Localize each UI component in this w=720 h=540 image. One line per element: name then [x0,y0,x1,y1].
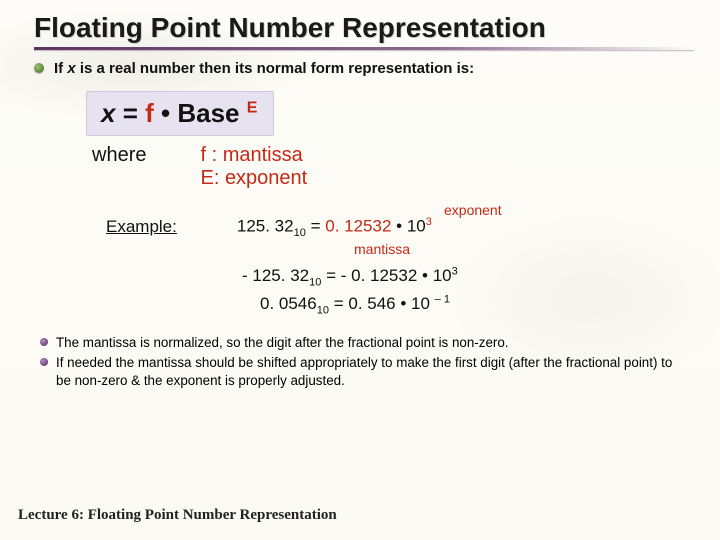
example-row: Example: 125. 3210 = 0. 12532 • 103 [106,216,692,239]
eq3-rhs: = 0. 546 • 10 [329,294,435,313]
eq2-lhs: - 125. 32 [242,266,309,285]
equation-2: - 125. 3210 = - 0. 12532 • 103 [242,263,692,291]
formula-base: Base [177,98,246,128]
eq3-sup: – 1 [435,294,450,306]
slide-footer: Lecture 6: Floating Point Number Represe… [18,507,337,524]
formula-E: E [247,99,258,116]
eq1-eq: = [306,217,325,236]
formula-f: f [145,98,154,128]
eq3-lhs: 0. 0546 [260,294,317,313]
eq3-lhs-sub: 10 [317,305,329,317]
eq1-lhs-sub: 10 [294,227,306,239]
eq1-mantissa: 0. 12532 [325,217,391,236]
eq1-ten: 10 [407,217,426,236]
eq1-lhs: 125. 32 [237,217,294,236]
title-underline [34,47,694,50]
eq2-sup: 3 [452,265,458,277]
where-label: where [92,144,146,190]
eq1-dot: • [391,217,406,236]
notes-list: The mantissa is normalized, so the digit… [36,334,684,390]
intro-variable: x [67,60,75,77]
formula-box: x = f • Base E [86,91,274,136]
def-exponent: E: exponent [200,167,307,190]
eq1-sup: 3 [426,216,432,228]
formula-bullet: • [154,98,178,128]
annotation-mantissa: mantissa [354,241,692,257]
eq2-lhs-sub: 10 [309,276,321,288]
example-label: Example: [106,217,177,237]
note-1: The mantissa is normalized, so the digit… [36,334,684,352]
slide-title: Floating Point Number Representation [34,12,692,44]
formula-eq: = [115,98,145,128]
intro-prefix: If [54,60,67,77]
more-equations: - 125. 3210 = - 0. 12532 • 103 0. 054610… [242,263,692,320]
formula-x: x [101,98,115,128]
intro-suffix: is a real number then its normal form re… [80,60,474,77]
def-mantissa: f : mantissa [200,144,307,167]
where-row: where f : mantissa E: exponent [92,144,692,190]
equation-1: 125. 3210 = 0. 12532 • 103 [237,216,432,239]
note-2: If needed the mantissa should be shifted… [36,354,684,390]
equation-3: 0. 054610 = 0. 546 • 10 – 1 [260,291,692,319]
intro-line: If x is a real number then its normal fo… [32,60,692,77]
eq2-rhs: = - 0. 12532 • 10 [321,266,451,285]
